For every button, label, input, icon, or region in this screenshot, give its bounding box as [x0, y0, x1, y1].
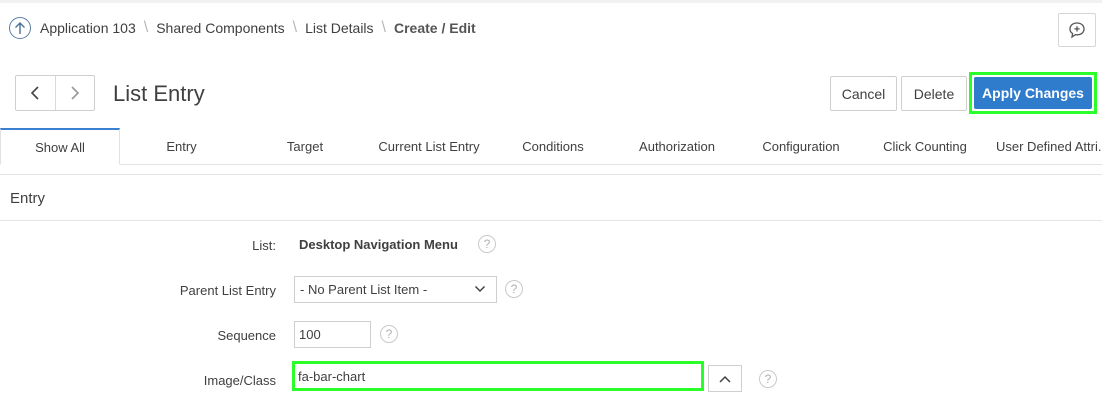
tab-current-list-entry[interactable]: Current List Entry: [367, 128, 491, 164]
question-mark-icon[interactable]: ?: [759, 370, 777, 388]
up-level-button[interactable]: [9, 17, 31, 39]
breadcrumb-application[interactable]: Application 103: [40, 20, 136, 36]
sequence-label: Sequence: [217, 328, 276, 343]
breadcrumb-current: Create / Edit: [394, 20, 476, 36]
apply-changes-button[interactable]: Apply Changes: [974, 77, 1092, 109]
breadcrumb-bar: Application 103 \ Shared Components \ List D…: [0, 3, 1102, 57]
previous-button[interactable]: [16, 76, 55, 110]
record-navigation: [15, 75, 95, 111]
arrow-up-icon: [15, 22, 25, 34]
tab-authorization[interactable]: Authorization: [615, 128, 739, 164]
region-divider: [0, 174, 1102, 175]
breadcrumb-separator: \: [292, 19, 298, 36]
tab-entry[interactable]: Entry: [120, 128, 243, 164]
chevron-left-icon: [31, 86, 39, 100]
tab-configuration[interactable]: Configuration: [739, 128, 863, 164]
question-mark-icon[interactable]: ?: [380, 325, 398, 343]
list-label: List:: [252, 238, 276, 253]
tab-show-all[interactable]: Show All: [0, 128, 120, 165]
breadcrumb-shared-components[interactable]: Shared Components: [156, 20, 284, 36]
parent-list-entry-select[interactable]: - No Parent List Item -: [294, 276, 497, 303]
cancel-button[interactable]: Cancel: [830, 76, 897, 111]
list-value: Desktop Navigation Menu: [299, 237, 458, 252]
feedback-button[interactable]: [1058, 13, 1096, 47]
sequence-input[interactable]: [294, 321, 371, 348]
icon-picker-button[interactable]: [708, 365, 742, 392]
delete-button[interactable]: Delete: [901, 76, 967, 111]
breadcrumb-separator: \: [143, 19, 149, 36]
question-mark-icon[interactable]: ?: [505, 280, 523, 298]
tab-user-defined-attributes[interactable]: User Defined Attri...: [987, 128, 1102, 164]
feedback-icon: [1069, 22, 1085, 39]
question-mark-icon[interactable]: ?: [478, 235, 496, 253]
chevron-down-icon: [474, 285, 486, 293]
parent-list-entry-value: - No Parent List Item -: [300, 282, 428, 297]
breadcrumb-list-details[interactable]: List Details: [305, 20, 373, 36]
parent-list-entry-label: Parent List Entry: [179, 283, 276, 298]
tab-conditions[interactable]: Conditions: [491, 128, 615, 164]
page-title: List Entry: [113, 81, 205, 106]
region-divider: [0, 220, 1102, 221]
tab-target[interactable]: Target: [243, 128, 367, 164]
breadcrumb: Application 103 \ Shared Components \ List D…: [40, 19, 476, 38]
chevron-up-icon: [719, 375, 731, 383]
tab-bar: Show All Entry Target Current List Entry…: [0, 128, 1102, 165]
region-title: Entry: [10, 190, 46, 207]
chevron-right-icon: [71, 86, 79, 100]
image-class-input[interactable]: [295, 364, 701, 388]
image-class-label: Image/Class: [203, 373, 276, 388]
next-button[interactable]: [54, 76, 95, 110]
tab-click-counting[interactable]: Click Counting: [863, 128, 987, 164]
breadcrumb-separator: \: [381, 19, 386, 36]
